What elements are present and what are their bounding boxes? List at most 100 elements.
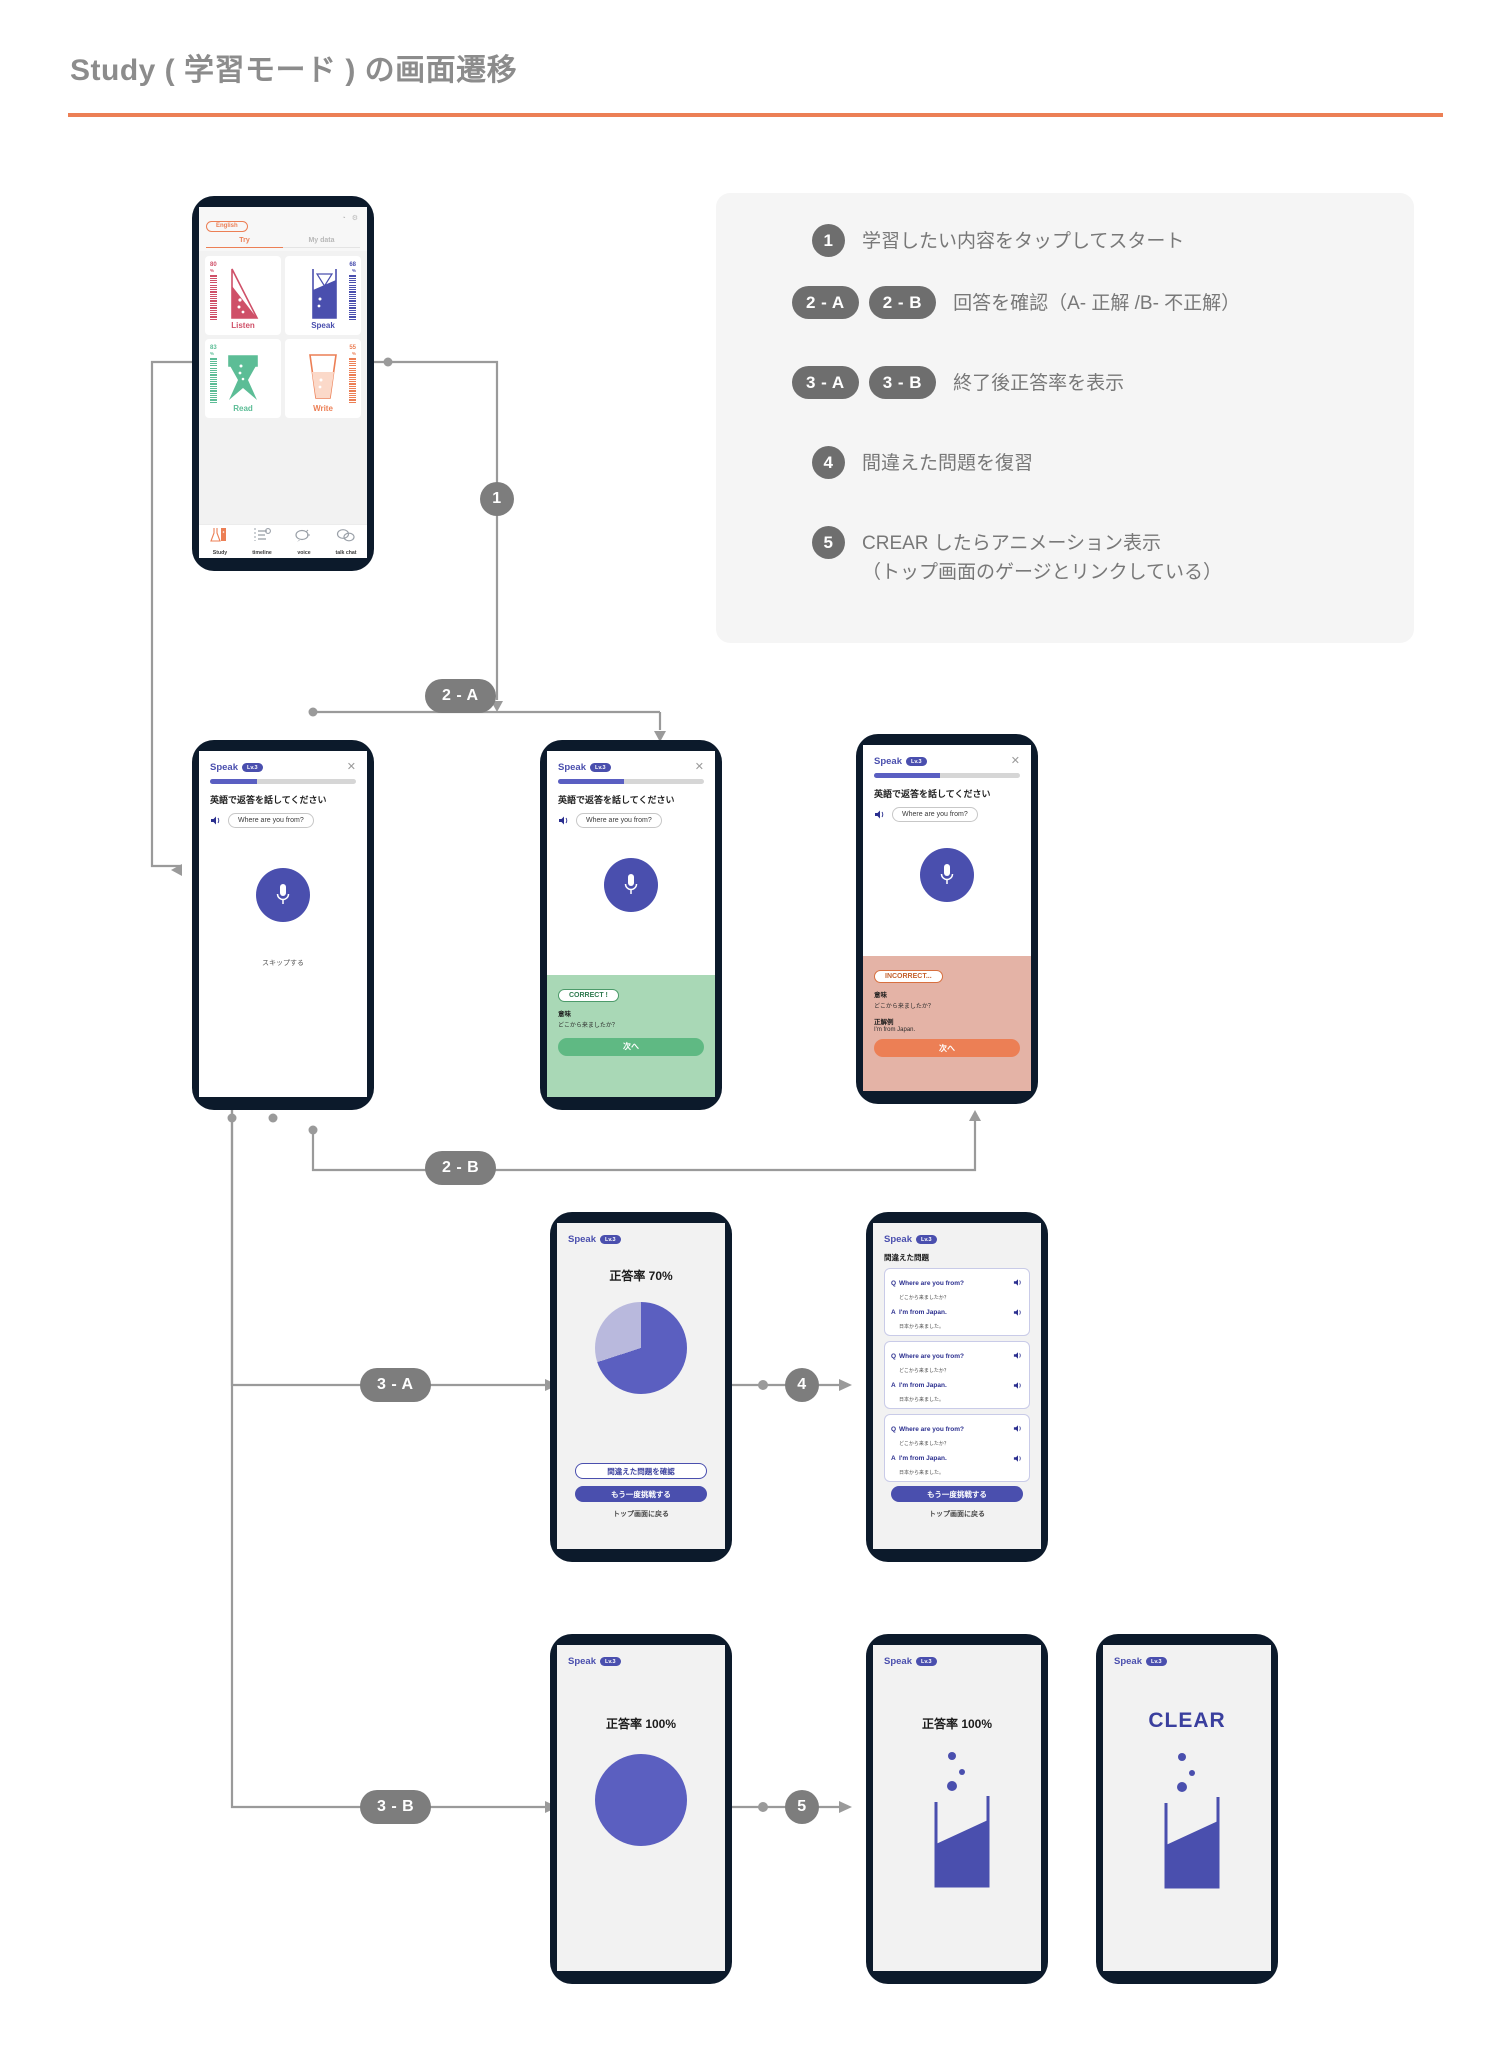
gauge-ticks <box>349 275 356 320</box>
speak-phrase-row: Where are you from? <box>210 813 356 828</box>
review-a-en: I'm from Japan. <box>899 1382 947 1389</box>
microphone-icon <box>940 864 954 884</box>
nav-item-voice[interactable]: voice <box>283 527 325 556</box>
gauge-read: 83 % <box>210 345 217 403</box>
speaker-icon[interactable] <box>1013 1450 1023 1468</box>
speaker-icon[interactable] <box>874 809 886 820</box>
mic-button[interactable] <box>547 858 715 912</box>
speaker-icon[interactable] <box>1013 1304 1023 1322</box>
beaker-icon-read <box>228 354 258 400</box>
review-question-line: Q Where are you from? <box>891 1420 1023 1438</box>
beaker-icon-speak <box>312 268 337 319</box>
review-a-ja: 日本から来ました。 <box>899 1324 945 1330</box>
phone-clear: Speak Lv.3 CLEAR <box>1096 1634 1278 1984</box>
correct-panel: CORRECT ! 意味 どこから来ましたか？ 次へ <box>547 975 715 1097</box>
nav-label: Study <box>212 550 228 556</box>
next-button[interactable]: 次へ <box>874 1039 1020 1057</box>
speak-title: Speak <box>884 1656 912 1667</box>
legend-badge: 2 - A <box>792 286 859 319</box>
beaker-animation <box>873 1746 1041 1896</box>
beaker-icon-listen <box>231 268 259 319</box>
speak-question-screen: Speak Lv.3 ✕ 英語で返答を話してください Where are you… <box>199 751 367 1097</box>
speak-prompt: 英語で返答を話してください <box>874 789 991 799</box>
close-icon[interactable]: ✕ <box>1011 756 1020 767</box>
card-speak[interactable]: 68 % Speak <box>285 256 361 335</box>
legend-badge: 3 - B <box>868 366 937 399</box>
speaker-icon[interactable] <box>210 815 222 826</box>
mic-button[interactable] <box>863 848 1031 902</box>
speak-phrase: Where are you from? <box>576 813 662 828</box>
nav-item-timeline[interactable]: timeline <box>241 527 283 556</box>
speak-title: Speak <box>568 1234 596 1245</box>
tab-my-data[interactable]: My data <box>283 237 360 248</box>
retry-button[interactable]: もう一度挑戦する <box>891 1486 1023 1502</box>
skip-link[interactable]: スキップする <box>199 958 367 968</box>
card-label: Read <box>233 404 253 413</box>
speak-title: Speak <box>210 762 238 773</box>
gauge-unit: % <box>351 351 356 356</box>
speaker-icon[interactable] <box>1013 1420 1023 1438</box>
back-to-top-link[interactable]: トップ画面に戻る <box>891 1509 1023 1519</box>
review-mistakes-button[interactable]: 間違えた問題を確認 <box>575 1463 707 1479</box>
home-header-icons[interactable]: ◔ ⚙ <box>342 214 360 222</box>
nav-item-study[interactable]: Study <box>199 527 241 556</box>
card-write[interactable]: 55 % Write <box>285 339 361 418</box>
review-item[interactable]: Q Where are you from? どこから来ましたか？ A I'm f… <box>884 1414 1030 1482</box>
close-icon[interactable]: ✕ <box>347 762 356 773</box>
speak-header: Speak Lv.3 <box>1103 1645 1271 1667</box>
gauge-listen: 80 % <box>210 262 217 320</box>
gauge-unit: % <box>210 268 215 273</box>
nav-item-talk-chat[interactable]: talk chat <box>325 527 367 556</box>
speak-prompt: 英語で返答を話してください <box>210 795 327 805</box>
nav-label: timeline <box>252 550 272 556</box>
phone-home: ◔ ⚙ English Try My data 80 % Listen 68 %… <box>192 196 374 571</box>
speak-title: Speak <box>568 1656 596 1667</box>
review-item[interactable]: Q Where are you from? どこから来ましたか？ A I'm f… <box>884 1341 1030 1409</box>
gauge-ticks <box>210 275 217 320</box>
review-q-ja: どこから来ましたか？ <box>899 1440 949 1447</box>
speak-level-badge: Lv.3 <box>906 757 927 766</box>
flow-marker-2a: 2 - A <box>425 679 496 713</box>
card-listen[interactable]: 80 % Listen <box>205 256 281 335</box>
home-screen: ◔ ⚙ English Try My data 80 % Listen 68 %… <box>199 207 367 558</box>
retry-button[interactable]: もう一度挑戦する <box>575 1486 707 1502</box>
speak-header: Speak Lv.3 ✕ <box>863 745 1031 768</box>
mic-button[interactable] <box>199 868 367 922</box>
language-chip[interactable]: English <box>206 220 248 232</box>
review-question-line: Q Where are you from? <box>891 1274 1023 1292</box>
close-icon[interactable]: ✕ <box>695 762 704 773</box>
home-header: ◔ ⚙ English Try My data <box>199 207 367 251</box>
review-answer-line: A I'm from Japan. <box>891 1450 1023 1468</box>
legend-badge: 5 <box>812 526 845 559</box>
back-to-top-link[interactable]: トップ画面に戻る <box>575 1509 707 1519</box>
speak-header: Speak Lv.3 <box>873 1645 1041 1667</box>
gauge-unit: % <box>351 268 356 273</box>
card-label: Speak <box>311 321 335 330</box>
progress-bar <box>210 779 356 784</box>
speaker-icon[interactable] <box>1013 1377 1023 1395</box>
speaker-icon[interactable] <box>558 815 570 826</box>
legend-item-5: 5 CREAR したらアニメーション表示 （トップ画面のゲージとリンクしている） <box>812 526 1222 588</box>
score-label: 正答率 100% <box>921 1717 993 1731</box>
next-button[interactable]: 次へ <box>558 1037 704 1056</box>
score-actions: 間違えた問題を確認 もう一度挑戦する トップ画面に戻る <box>575 1463 707 1519</box>
meaning-label: 意味 <box>558 1011 571 1018</box>
speak-header: Speak Lv.3 ✕ <box>199 751 367 774</box>
speaker-icon[interactable] <box>1013 1274 1023 1292</box>
card-read[interactable]: 83 % Read <box>205 339 281 418</box>
review-a-key: A <box>891 1455 896 1462</box>
speak-title: Speak <box>1114 1656 1142 1667</box>
speak-title: Speak <box>874 756 902 767</box>
phone-speak-question: Speak Lv.3 ✕ 英語で返答を話してください Where are you… <box>192 740 374 1110</box>
animation-100-screen: Speak Lv.3 正答率 100% <box>873 1645 1041 1971</box>
status-badge: CORRECT ! <box>558 989 619 1002</box>
clear-screen: Speak Lv.3 CLEAR <box>1103 1645 1271 1971</box>
review-a-ja: 日本から来ました。 <box>899 1397 945 1403</box>
tab-try[interactable]: Try <box>206 237 283 248</box>
speaker-icon[interactable] <box>1013 1347 1023 1365</box>
home-bottom-nav: Study timeline voice talk chat <box>199 524 367 558</box>
legend-badge: 4 <box>812 446 845 479</box>
beaker-icon <box>1164 1753 1220 1889</box>
review-q-key: Q <box>891 1352 897 1360</box>
review-item[interactable]: Q Where are you from? どこから来ましたか？ A I'm f… <box>884 1268 1030 1336</box>
